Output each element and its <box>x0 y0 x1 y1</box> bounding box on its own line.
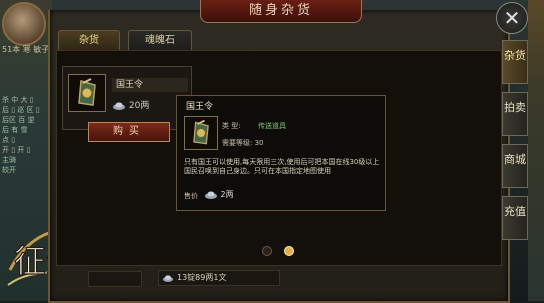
quest-line[interactable]: 主骑 <box>2 155 50 165</box>
page-dot-1[interactable] <box>262 246 272 256</box>
silver-ingot-icon <box>113 102 125 110</box>
token-item-icon <box>193 119 209 145</box>
chat-input-strip[interactable] <box>88 271 142 287</box>
player-name: 51本 寒 敏子 <box>2 45 50 54</box>
side-tab-groceries[interactable]: 杂货 <box>502 40 528 84</box>
tooltip-type-value: 传送道具 <box>258 122 286 130</box>
player-avatar[interactable] <box>2 2 46 46</box>
quest-line[interactable]: 开 ▯ 开 ▯ <box>2 145 50 155</box>
page-dot-2[interactable] <box>284 246 294 256</box>
item-price: 20两 <box>112 98 149 111</box>
item-name: 国王令 <box>112 78 188 92</box>
tooltip-description: 只有国王可以使用,每天限用三次,使用后可把本国在线30级以上国民召唤到自己身边。… <box>184 158 380 175</box>
buy-button[interactable]: 购买 <box>88 122 170 142</box>
tooltip-price: 2两 <box>204 189 234 200</box>
side-tab-auction[interactable]: 拍卖 <box>502 92 528 136</box>
item-price-value: 20两 <box>128 101 150 111</box>
tooltip-title: 国王令 <box>186 102 214 112</box>
tooltip-item-slot <box>184 116 218 150</box>
quest-line[interactable]: 杀 中 大 ▯ <box>2 95 50 105</box>
window-title: 随身杂货 <box>200 0 362 23</box>
token-item-icon <box>78 78 96 106</box>
quest-line[interactable]: 后 ▯ 巡 区 ▯ <box>2 105 50 115</box>
tooltip-price-value: 2两 <box>220 190 234 199</box>
tooltip-price-label: 售价 <box>184 192 198 200</box>
quest-list: 杀 中 大 ▯ 后 ▯ 巡 区 ▯ 后区 百 逆 后 有 雪 点 ▯ 开 ▯ 开… <box>2 95 50 175</box>
side-tab-recharge[interactable]: 充值 <box>502 196 528 240</box>
tab-soul-stone[interactable]: 魂魄石 <box>128 30 192 51</box>
quest-line[interactable]: 后区 百 逆 <box>2 115 50 125</box>
item-slot[interactable] <box>68 74 106 112</box>
tab-groceries[interactable]: 杂货 <box>58 30 120 51</box>
quest-line[interactable]: 后 有 雪 <box>2 125 50 135</box>
currency-amount: 13锭89两1文 <box>177 273 227 282</box>
silver-ingot-icon <box>205 191 217 199</box>
close-icon[interactable]: ✕ <box>496 2 528 34</box>
quest-line[interactable]: 点 ▯ <box>2 135 50 145</box>
currency-display: 13锭89两1文 <box>158 270 280 286</box>
quest-line[interactable]: 较开 <box>2 165 50 175</box>
tooltip-type-label: 类 型: <box>222 122 241 130</box>
tooltip-level: 需要等级: 30 <box>222 139 264 147</box>
side-tab-mall[interactable]: 商城 <box>502 144 528 188</box>
coin-icon <box>162 275 174 282</box>
right-edge-hud <box>528 0 544 301</box>
